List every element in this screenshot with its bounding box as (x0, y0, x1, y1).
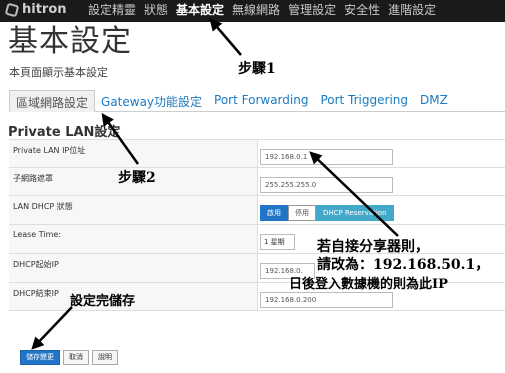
form-row-subnet: 子網路遮罩 (9, 167, 505, 195)
nav-basic-settings[interactable]: 基本設定 (172, 3, 228, 18)
dhcp-enable-button[interactable]: 啟用 (260, 205, 288, 221)
annotation-note-3: 日後登入數據機的則為此IP (289, 277, 448, 292)
arrow-step1 (209, 18, 242, 56)
form-row-lease: Lease Time: 1 星期 (9, 224, 505, 253)
dhcp-reservation-button[interactable]: DHCP Reservation (316, 205, 394, 221)
dhcp-cell: 啟用 停用 DHCP Reservation (257, 196, 505, 224)
top-nav-bar: hitron 設定精靈 狀態 基本設定 無線網路 管理設定 安全性 進階設定 (0, 0, 505, 22)
lease-label: Lease Time: (9, 225, 257, 253)
dhcp-disable-button[interactable]: 停用 (288, 205, 316, 221)
nav-admin[interactable]: 管理設定 (284, 3, 340, 18)
help-button[interactable]: 說明 (92, 350, 118, 365)
page-subtitle: 本頁面顯示基本設定 (9, 66, 108, 79)
private-ip-input[interactable] (260, 149, 393, 165)
settings-tabs: 區域網路設定 Gateway功能設定 Port Forwarding Port … (9, 90, 505, 112)
logo-text: hitron (22, 2, 67, 17)
hitron-logo-icon (4, 2, 20, 17)
annotation-note-2: 請改為：192.168.50.1， (317, 257, 490, 273)
annotation-step1: 步驟1 (238, 61, 276, 77)
page-title: 基本設定 (8, 24, 132, 59)
private-ip-cell (257, 140, 505, 167)
private-ip-label: Private LAN IP位址 (9, 140, 257, 167)
hitron-logo[interactable]: hitron (4, 2, 67, 17)
tab-dmz[interactable]: DMZ (414, 90, 454, 112)
main-nav: 設定精靈 狀態 基本設定 無線網路 管理設定 安全性 進階設定 (84, 3, 440, 18)
dhcp-label: LAN DHCP 狀態 (9, 196, 257, 224)
arrow-save (31, 306, 73, 350)
tab-gateway[interactable]: Gateway功能設定 (95, 90, 208, 112)
nav-wireless[interactable]: 無線網路 (228, 3, 284, 18)
nav-security[interactable]: 安全性 (340, 3, 384, 18)
tab-port-forwarding[interactable]: Port Forwarding (208, 90, 314, 112)
subnet-cell (257, 168, 505, 195)
dhcp-start-label: DHCP起始IP (9, 254, 257, 282)
dhcp-toggle: 啟用 停用 DHCP Reservation (260, 205, 394, 221)
cancel-button[interactable]: 取消 (63, 350, 89, 365)
tab-port-triggering[interactable]: Port Triggering (314, 90, 414, 112)
form-row-dhcp: LAN DHCP 狀態 啟用 停用 DHCP Reservation (9, 195, 505, 224)
annotation-save-note: 設定完儲存 (70, 294, 136, 309)
nav-setup-wizard[interactable]: 設定精靈 (84, 3, 140, 18)
nav-status[interactable]: 狀態 (140, 3, 172, 18)
subnet-input[interactable] (260, 177, 393, 193)
section-title: Private LAN設定 (8, 125, 121, 140)
lease-select[interactable]: 1 星期 (260, 234, 295, 250)
form-buttons: 儲存變更 取消 說明 (20, 350, 118, 365)
dhcp-end-input[interactable] (260, 292, 393, 308)
form-row-private-ip: Private LAN IP位址 (9, 139, 505, 167)
nav-advanced[interactable]: 進階設定 (384, 3, 440, 18)
save-button[interactable]: 儲存變更 (20, 350, 60, 365)
tab-lan[interactable]: 區域網路設定 (9, 90, 96, 112)
annotation-step2: 步驟2 (118, 170, 156, 186)
annotation-note-1: 若自接分享器則， (317, 239, 429, 255)
